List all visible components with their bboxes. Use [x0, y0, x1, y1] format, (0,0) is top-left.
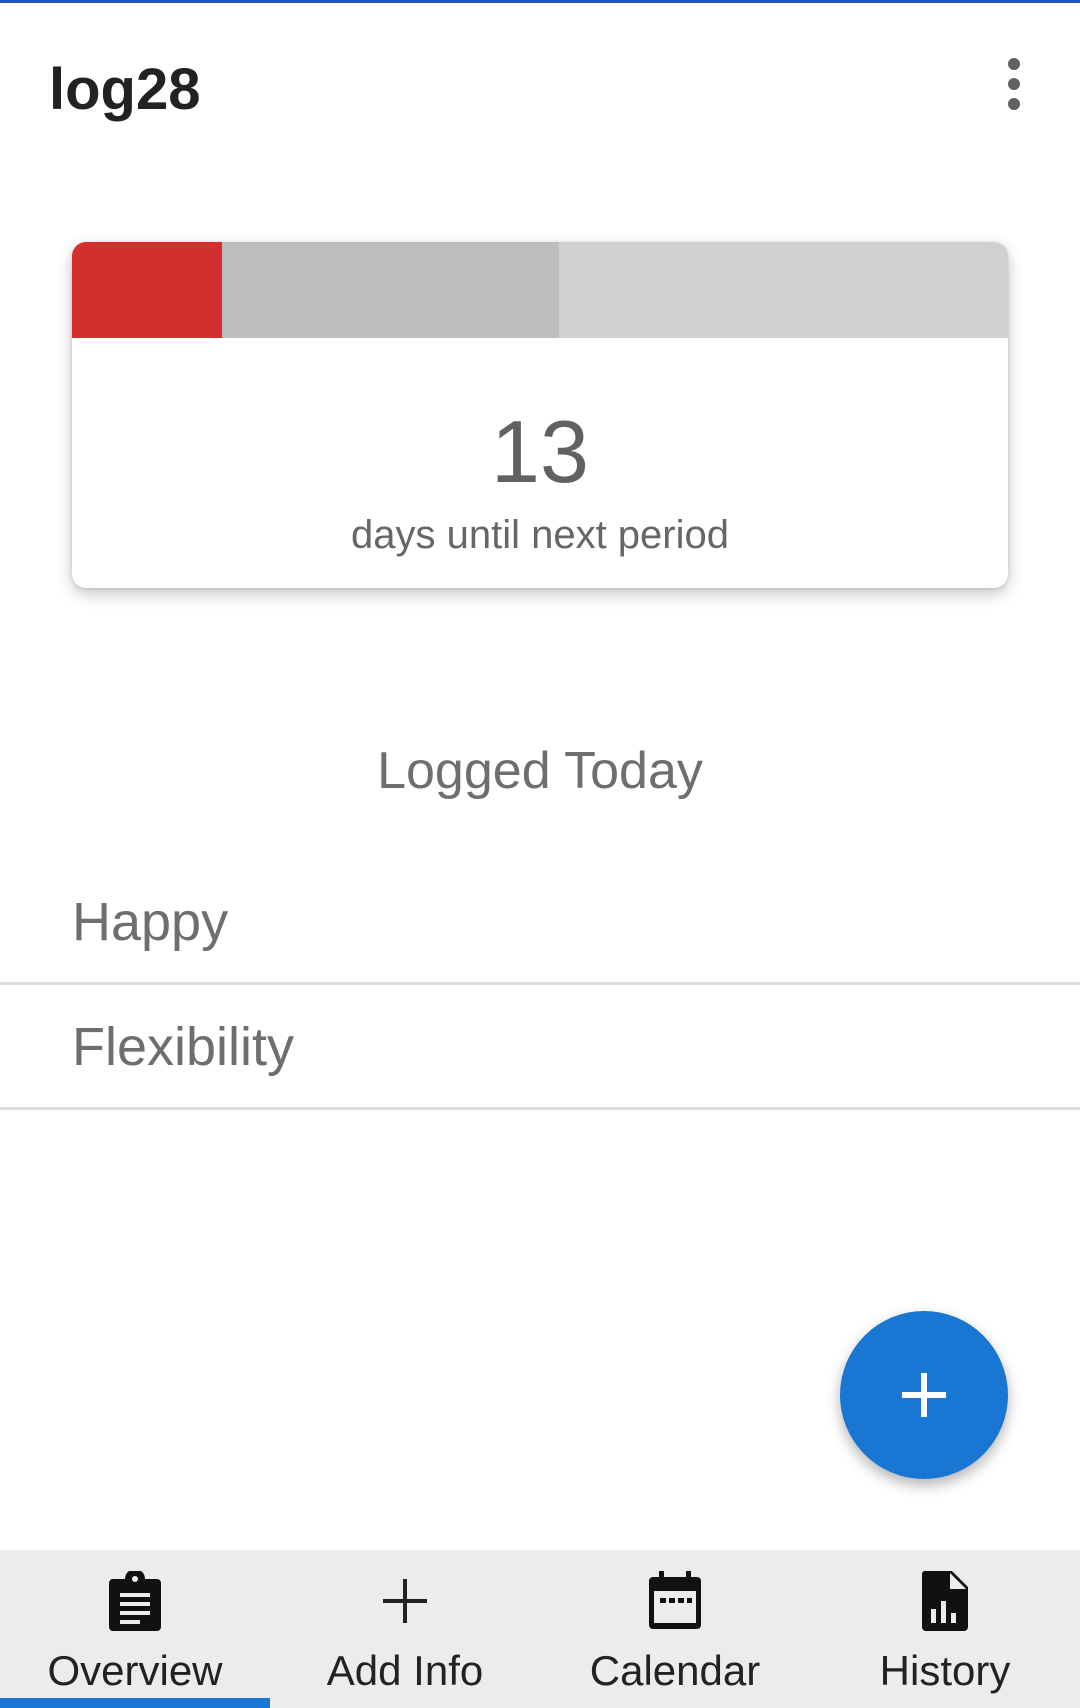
plus-icon — [383, 1579, 427, 1623]
nav-label-calendar: Calendar — [589, 1647, 761, 1694]
nav-tab-overview[interactable]: Overview — [0, 1550, 270, 1708]
logged-today-title: Logged Today — [377, 742, 703, 800]
add-fab-button[interactable] — [840, 1311, 1008, 1479]
cycle-progress-bar — [72, 242, 1008, 338]
nav-tab-add-info[interactable]: Add Info — [270, 1550, 540, 1708]
bottom-navigation: Overview Add Info Calendar History — [0, 1550, 1080, 1708]
clipboard-icon — [109, 1571, 161, 1631]
cycle-segment-elapsed — [221, 242, 559, 338]
nav-tab-history[interactable]: History — [810, 1550, 1080, 1708]
more-vert-icon-dot — [1008, 78, 1020, 90]
nav-label-overview: Overview — [47, 1647, 223, 1694]
calendar-icon — [649, 1571, 701, 1629]
logged-today-list: Happy Flexibility — [0, 860, 1080, 1110]
cycle-segment-remaining — [558, 242, 1008, 338]
list-item[interactable]: Flexibility — [0, 985, 1080, 1110]
more-vert-icon-dot — [1008, 98, 1020, 110]
cycle-card: 13 days until next period — [72, 242, 1008, 588]
top-accent-line — [0, 0, 1080, 3]
cycle-segment-period — [72, 242, 222, 338]
list-item-label: Flexibility — [72, 1017, 295, 1077]
days-caption: days until next period — [350, 513, 729, 557]
nav-tab-calendar[interactable]: Calendar — [540, 1550, 810, 1708]
days-count: 13 — [491, 402, 589, 501]
more-vert-icon — [1008, 58, 1020, 70]
more-options-button[interactable] — [990, 54, 1038, 164]
nav-label-add-info: Add Info — [326, 1647, 484, 1694]
app-title: log28 — [49, 57, 201, 122]
list-item-label: Happy — [72, 892, 229, 952]
nav-label-history: History — [879, 1647, 1011, 1694]
plus-icon — [902, 1373, 946, 1417]
list-item[interactable]: Happy — [0, 860, 1080, 985]
active-tab-indicator — [0, 1698, 270, 1708]
chart-file-icon — [921, 1571, 968, 1631]
